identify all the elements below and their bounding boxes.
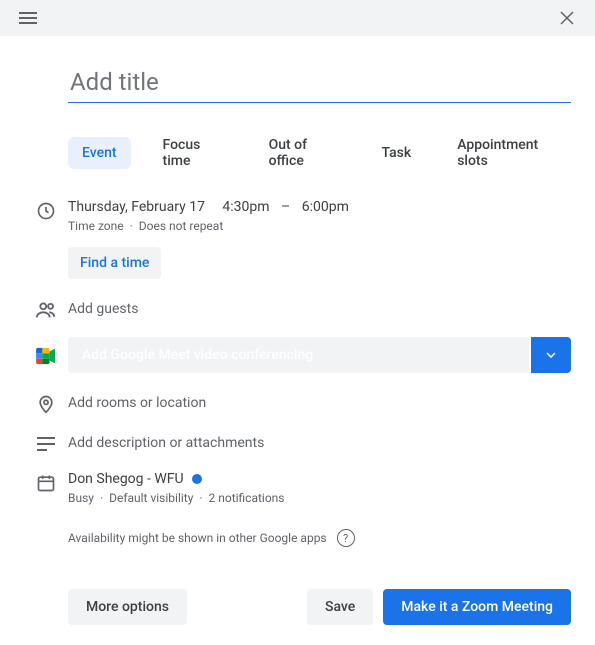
tab-event[interactable]: Event: [68, 137, 131, 169]
description-row: Add description or attachments: [24, 435, 571, 451]
people-icon: [24, 297, 68, 321]
add-location-field[interactable]: Add rooms or location: [68, 395, 571, 411]
availability-note: Availability might be shown in other Goo…: [68, 529, 571, 547]
time-subline: Time zone · Does not repeat: [68, 219, 571, 233]
tab-task[interactable]: Task: [368, 137, 426, 169]
save-button[interactable]: Save: [307, 589, 373, 625]
datetime-line[interactable]: Thursday, February 17 4:30pm – 6:00pm: [68, 199, 571, 215]
meet-row: Add Google Meet video conferencing: [24, 337, 571, 373]
calendar-color-dot: [192, 474, 202, 484]
add-google-meet-button[interactable]: Add Google Meet video conferencing: [68, 337, 529, 373]
availability-text: Availability might be shown in other Goo…: [68, 531, 327, 545]
event-type-tabs: Event Focus time Out of office Task Appo…: [68, 129, 571, 177]
date-text[interactable]: Thursday, February 17: [68, 199, 205, 215]
dialog-content: Event Focus time Out of office Task Appo…: [0, 36, 595, 645]
notifications-count[interactable]: 2 notifications: [209, 491, 285, 505]
menu-icon[interactable]: [16, 6, 40, 30]
time-row: Thursday, February 17 4:30pm – 6:00pm Ti…: [24, 199, 571, 279]
tab-appointment-slots[interactable]: Appointment slots: [443, 129, 571, 177]
find-a-time-button[interactable]: Find a time: [68, 247, 161, 279]
add-guests-field[interactable]: Add guests: [68, 301, 571, 317]
location-icon: [24, 391, 68, 415]
timezone-link[interactable]: Time zone: [68, 219, 124, 233]
close-icon[interactable]: [555, 6, 579, 30]
calendar-subline: Busy · Default visibility · 2 notificati…: [68, 491, 571, 505]
title-row: [68, 64, 571, 103]
chevron-down-icon: [546, 352, 556, 358]
tab-out-of-office[interactable]: Out of office: [255, 129, 350, 177]
clock-icon: [24, 199, 68, 221]
footer-actions: More options Save Make it a Zoom Meeting: [68, 589, 571, 625]
google-meet-icon: [24, 345, 68, 365]
organizer-line[interactable]: Don Shegog - WFU: [68, 471, 571, 487]
end-time[interactable]: 6:00pm: [302, 199, 349, 215]
time-separator: –: [281, 199, 290, 215]
start-time[interactable]: 4:30pm: [222, 199, 269, 215]
more-options-button[interactable]: More options: [68, 589, 187, 625]
repeat-link[interactable]: Does not repeat: [139, 219, 224, 233]
dialog-header: [0, 0, 595, 36]
meet-dropdown-button[interactable]: [531, 337, 571, 373]
guests-row: Add guests: [24, 297, 571, 321]
description-icon: [24, 435, 68, 451]
visibility-status[interactable]: Default visibility: [109, 491, 193, 505]
tab-focus-time[interactable]: Focus time: [149, 129, 237, 177]
title-input[interactable]: [68, 64, 571, 103]
help-icon[interactable]: ?: [337, 529, 355, 547]
add-description-field[interactable]: Add description or attachments: [68, 435, 571, 451]
busy-status[interactable]: Busy: [68, 491, 94, 505]
calendar-icon: [24, 471, 68, 493]
location-row: Add rooms or location: [24, 391, 571, 415]
calendar-row: Don Shegog - WFU Busy · Default visibili…: [24, 471, 571, 505]
make-zoom-meeting-button[interactable]: Make it a Zoom Meeting: [383, 589, 571, 625]
organizer-name: Don Shegog - WFU: [68, 471, 184, 487]
